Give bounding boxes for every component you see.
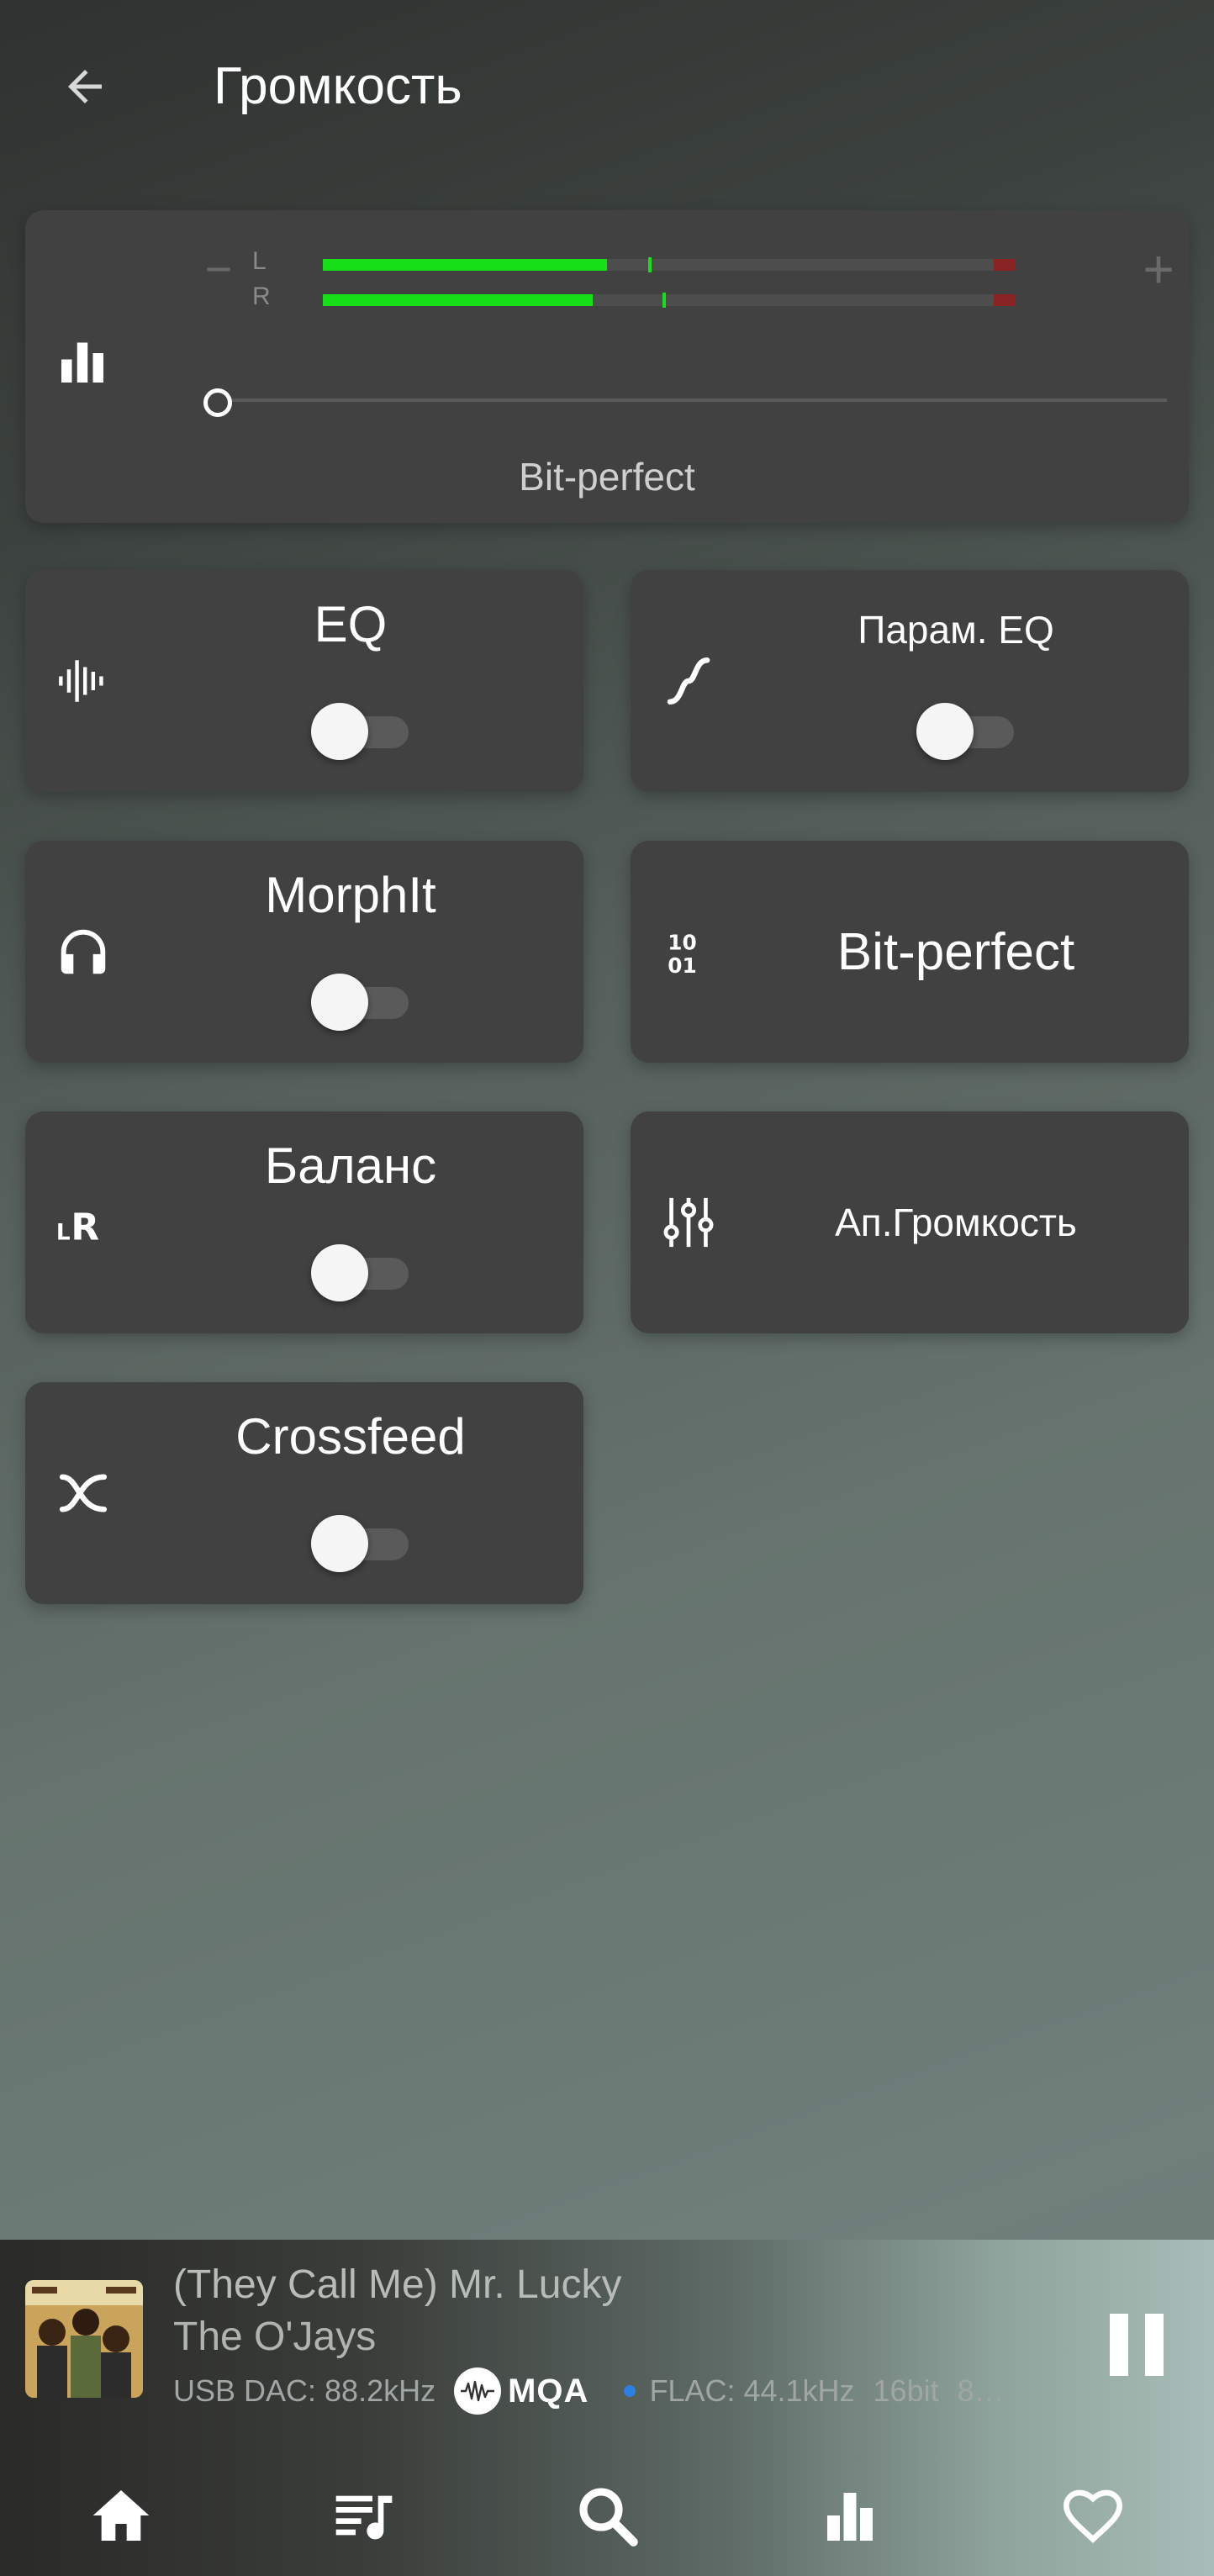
svg-text:01: 01 [668, 953, 696, 978]
mqa-badge: MQA [454, 2367, 607, 2415]
output-device-info: USB DAC: 88.2kHz [173, 2373, 436, 2408]
right-level-meter [323, 293, 1016, 308]
nav-levels[interactable] [791, 2465, 909, 2566]
morphit-label: MorphIt [265, 867, 436, 923]
volume-mode-label: Bit-perfect [519, 455, 695, 499]
left-level-fill [323, 259, 607, 271]
album-art[interactable] [25, 2280, 143, 2398]
crossfeed-toggle[interactable] [311, 1515, 412, 1572]
param-eq-label: Парам. EQ [858, 608, 1054, 652]
nav-home[interactable] [62, 2465, 180, 2566]
lr-balance-icon: L R [54, 1193, 113, 1252]
crossfeed-icon [54, 1464, 113, 1523]
crossfeed-card[interactable]: Crossfeed [25, 1382, 583, 1604]
arrow-back-icon [68, 70, 102, 103]
balance-label: Баланс [264, 1138, 437, 1194]
binary-icon: 10 01 [659, 922, 718, 981]
eq-card[interactable]: EQ [25, 570, 583, 792]
extra-info: 8… [957, 2373, 1005, 2408]
hw-volume-card[interactable]: Ап.Громкость [631, 1111, 1189, 1333]
mqa-label: MQA [508, 2372, 589, 2410]
volume-down-button[interactable]: − [193, 244, 244, 294]
search-icon [579, 2488, 638, 2547]
balance-toggle[interactable] [311, 1244, 412, 1301]
mqa-wave-icon [454, 2367, 502, 2415]
morphit-toggle[interactable] [311, 974, 412, 1031]
svg-text:10: 10 [668, 930, 696, 954]
bottom-navigation [0, 2455, 1214, 2576]
eq-label: EQ [314, 596, 388, 652]
bar-chart-icon [57, 336, 108, 391]
source-format: FLAC: 44.1kHz [649, 2373, 855, 2408]
queue-music-icon [335, 2495, 393, 2540]
right-channel-label: R [252, 282, 271, 310]
right-peak-marker [662, 293, 666, 308]
bit-depth: 16bit [873, 2373, 939, 2408]
eq-toggle[interactable] [311, 703, 412, 760]
nav-favorites[interactable] [1034, 2465, 1152, 2566]
curve-icon [659, 652, 718, 710]
left-peak-marker [648, 257, 652, 272]
nav-queue[interactable] [305, 2465, 423, 2566]
track-title: (They Call Me) Mr. Lucky [173, 2262, 622, 2307]
heart-icon [1063, 2489, 1122, 2543]
volume-slider-handle[interactable] [203, 388, 232, 417]
volume-up-button[interactable]: + [1133, 242, 1184, 296]
param-eq-toggle[interactable] [916, 703, 1017, 760]
audio-info: USB DAC: 88.2kHz MQA FLAC: 44.1kHz 16bit… [173, 2366, 1023, 2416]
page-title: Громкость [214, 57, 462, 115]
bit-perfect-label: Bit-perfect [837, 922, 1075, 981]
back-button[interactable] [47, 49, 123, 124]
waveform-icon [54, 652, 113, 710]
pause-button[interactable] [1093, 2299, 1177, 2391]
left-channel-label: L [252, 247, 267, 275]
volume-card: − + L R Bit-perfect [25, 210, 1189, 523]
param-eq-card[interactable]: Парам. EQ [631, 570, 1189, 792]
track-artist: The O'Jays [173, 2315, 377, 2359]
right-clip-indicator [994, 294, 1016, 306]
headphones-icon [54, 922, 113, 981]
hw-volume-label: Ап.Громкость [835, 1201, 1077, 1244]
bar-chart-icon [826, 2493, 873, 2541]
pause-icon [1110, 2314, 1128, 2376]
left-clip-indicator [994, 259, 1016, 271]
crossfeed-label: Crossfeed [235, 1408, 466, 1465]
svg-text:L: L [56, 1220, 71, 1245]
nav-search[interactable] [548, 2465, 666, 2566]
morphit-card[interactable]: MorphIt [25, 841, 583, 1063]
right-level-fill [323, 294, 593, 306]
bit-perfect-card[interactable]: 10 01 Bit-perfect [631, 841, 1189, 1063]
svg-text:R: R [71, 1206, 99, 1248]
left-level-meter [323, 257, 1016, 272]
home-icon [93, 2490, 150, 2541]
volume-slider[interactable] [217, 399, 1167, 402]
sliders-icon [659, 1193, 718, 1252]
mqa-status-dot [624, 2385, 636, 2397]
balance-card[interactable]: L R Баланс [25, 1111, 583, 1333]
